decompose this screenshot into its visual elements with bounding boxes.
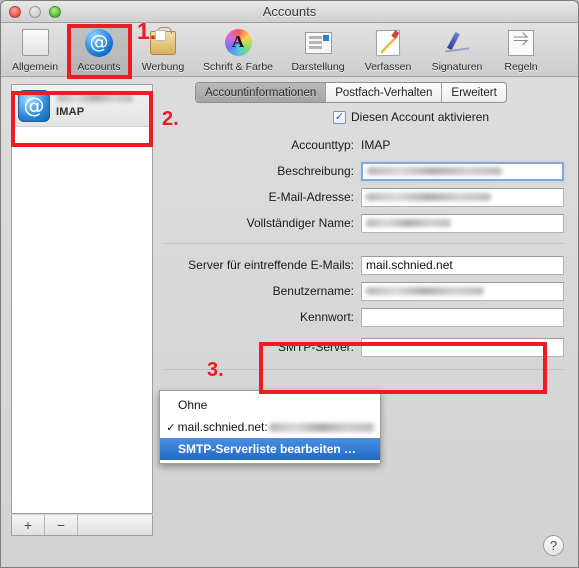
toolbar-item-label: Werbung <box>141 61 185 73</box>
smtp-server-popup-button[interactable] <box>361 337 564 357</box>
field-row-beschreibung: Beschreibung: <box>161 161 564 181</box>
enable-account-label: Diesen Account aktivieren <box>351 110 490 124</box>
help-button[interactable]: ? <box>543 535 564 556</box>
add-account-button[interactable]: + <box>12 515 45 535</box>
window-titlebar: Accounts <box>1 1 578 23</box>
menu-item-mail-schnied-net[interactable]: ✓ mail.schnied.net: <box>160 416 380 438</box>
preferences-window: Accounts Allgemein @ Accounts Werbung A … <box>0 0 579 568</box>
accounts-list[interactable]: @ IMAP <box>11 84 153 514</box>
preferences-toolbar: Allgemein @ Accounts Werbung A Schrift &… <box>1 23 578 77</box>
enable-account-checkbox[interactable]: ✓ <box>333 110 346 124</box>
toolbar-item-label: Darstellung <box>291 61 345 73</box>
field-label: Beschreibung: <box>277 164 354 178</box>
preferences-body: @ IMAP + − Accountinformationen Postfach… <box>1 77 578 567</box>
accounttyp-value: IMAP <box>361 138 391 152</box>
list-toolbar-filler <box>78 515 152 535</box>
general-icon <box>19 29 51 59</box>
field-row-email: E-Mail-Adresse: <box>161 187 564 207</box>
redacted-value <box>366 287 484 295</box>
vollstaendiger-name-input[interactable] <box>361 213 564 233</box>
account-name-redacted <box>57 94 133 102</box>
color-wheel-icon: A <box>222 29 254 59</box>
kennwort-input[interactable] <box>361 307 564 327</box>
tab-accountinformationen[interactable]: Accountinformationen <box>196 83 327 102</box>
annotation-number-3: 3. <box>207 359 224 381</box>
viewing-icon <box>302 29 334 59</box>
account-at-icon: @ <box>18 89 50 122</box>
menu-item-edit-smtp-server-list[interactable]: SMTP-Serverliste bearbeiten … <box>160 438 380 460</box>
annotation-number-2: 2. <box>162 108 179 130</box>
toolbar-item-label: Signaturen <box>431 61 483 73</box>
field-label: SMTP-Server: <box>277 340 354 354</box>
field-label: E-Mail-Adresse: <box>268 190 354 204</box>
toolbar-item-label: Verfassen <box>364 61 412 73</box>
rules-arrows-icon <box>505 27 537 59</box>
redacted-value <box>366 193 491 201</box>
annotation-number-1: 1. <box>137 18 157 44</box>
redacted-port <box>268 422 374 432</box>
field-label: Accounttyp: <box>291 138 354 152</box>
list-item[interactable]: @ IMAP <box>12 85 152 127</box>
toolbar-item-accounts[interactable]: @ Accounts <box>67 26 131 76</box>
menu-item-label: SMTP-Serverliste bearbeiten … <box>178 442 357 456</box>
toolbar-item-label: Schrift & Farbe <box>202 61 274 73</box>
accounts-list-toolbar: + − <box>11 515 153 536</box>
account-labels: IMAP <box>56 93 133 118</box>
tab-erweitert[interactable]: Erweitert <box>442 83 506 102</box>
field-row-vollstaendiger-name: Vollständiger Name: <box>161 213 564 233</box>
email-adresse-input[interactable] <box>361 187 564 207</box>
smtp-server-dropdown-menu[interactable]: Ohne ✓ mail.schnied.net: SMTP-Serverlist… <box>159 390 381 464</box>
redacted-value <box>366 219 451 227</box>
account-detail-pane: Accountinformationen Postfach-Verhalten … <box>161 77 570 567</box>
redacted-value <box>367 167 502 175</box>
field-row-incoming-server: Server für eintreffende E-Mails: mail.sc… <box>161 255 564 275</box>
enable-account-row[interactable]: ✓ Diesen Account aktivieren <box>333 110 489 124</box>
checkmark-icon: ✓ <box>166 421 176 434</box>
toolbar-item-allgemein[interactable]: Allgemein <box>3 26 67 76</box>
menu-item-label: Ohne <box>178 398 208 412</box>
tab-postfach-verhalten[interactable]: Postfach-Verhalten <box>326 83 443 102</box>
toolbar-item-signaturen[interactable]: Signaturen <box>421 26 493 76</box>
menu-item-ohne[interactable]: Ohne <box>160 394 380 416</box>
section-divider <box>163 243 564 244</box>
toolbar-item-label: Accounts <box>77 61 121 73</box>
incoming-mail-server-input[interactable]: mail.schnied.net <box>361 255 564 275</box>
beschreibung-input[interactable] <box>361 161 564 181</box>
toolbar-item-verfassen[interactable]: Verfassen <box>355 26 421 76</box>
toolbar-item-darstellung[interactable]: Darstellung <box>281 26 355 76</box>
signature-pen-icon <box>441 29 473 59</box>
field-row-accounttyp: Accounttyp: IMAP <box>161 135 564 155</box>
window-title: Accounts <box>262 4 317 19</box>
field-row-smtp-server: SMTP-Server: <box>161 337 564 357</box>
toolbar-item-label: Regeln <box>504 61 538 73</box>
field-label: Vollständiger Name: <box>246 216 354 230</box>
account-type-label: IMAP <box>56 106 85 118</box>
toolbar-item-schrift-farbe[interactable]: A Schrift & Farbe <box>195 26 281 76</box>
detail-tabbar: Accountinformationen Postfach-Verhalten … <box>195 82 507 103</box>
benutzername-input[interactable] <box>361 281 564 301</box>
compose-pen-icon <box>372 29 404 59</box>
menu-item-label: mail.schnied.net: <box>177 420 268 434</box>
field-label: Server für eintreffende E-Mails: <box>188 258 354 272</box>
toolbar-item-label: Allgemein <box>11 61 59 73</box>
field-label: Benutzername: <box>272 284 354 298</box>
field-label: Kennwort: <box>299 310 354 324</box>
remove-account-button[interactable]: − <box>45 515 78 535</box>
at-sign-icon: @ <box>83 29 115 59</box>
field-row-benutzername: Benutzername: <box>161 281 564 301</box>
field-row-kennwort: Kennwort: <box>161 307 564 327</box>
toolbar-item-regeln[interactable]: Regeln <box>493 26 549 76</box>
